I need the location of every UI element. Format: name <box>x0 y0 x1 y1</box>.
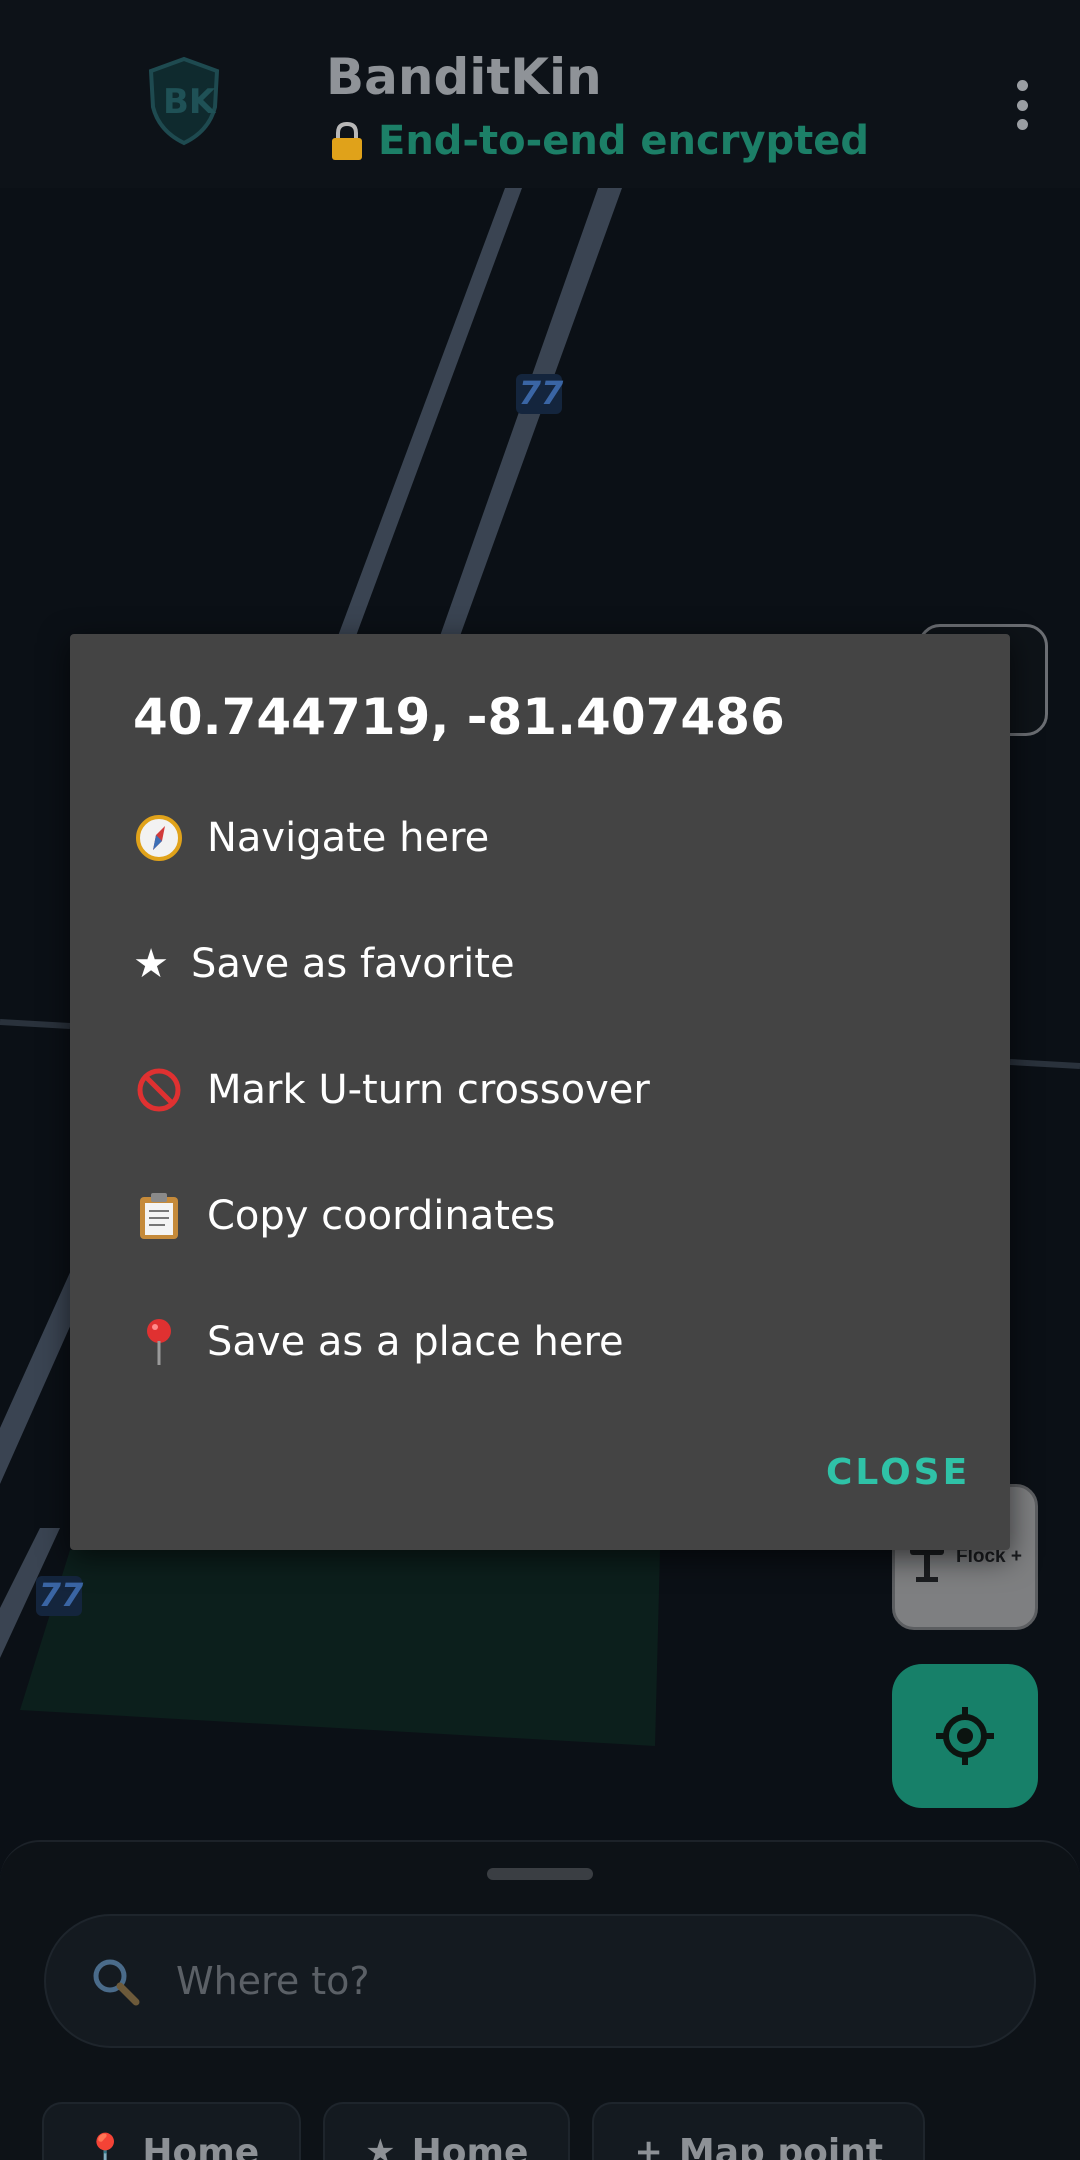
clipboard-icon <box>133 1190 185 1242</box>
menu-item-label: Navigate here <box>207 815 490 861</box>
chip-label: Home <box>142 2131 260 2160</box>
overflow-menu-icon[interactable] <box>1010 80 1034 130</box>
menu-item-label: Save as a place here <box>207 1319 624 1365</box>
menu-item-label: Mark U-turn crossover <box>207 1067 650 1113</box>
star-icon: ★ <box>133 941 169 987</box>
encryption-status: End-to-end encrypted <box>330 118 869 164</box>
plus-icon: + <box>634 2132 663 2160</box>
close-button[interactable]: CLOSE <box>826 1452 970 1493</box>
encryption-label: End-to-end encrypted <box>378 118 870 164</box>
my-location-button[interactable] <box>892 1664 1038 1808</box>
sheet-drag-handle[interactable] <box>487 1868 593 1880</box>
chip-label: Map point <box>678 2131 884 2160</box>
search-bar[interactable] <box>44 1914 1036 2048</box>
menu-item-label: Save as favorite <box>191 941 515 987</box>
chip-label: Home <box>411 2131 529 2160</box>
road-shield-label: 77 <box>518 374 564 412</box>
search-input[interactable] <box>176 1959 936 2003</box>
star-icon: ★ <box>365 2132 396 2160</box>
menu-item-copy-coordinates[interactable]: Copy coordinates <box>133 1166 953 1266</box>
pin-icon <box>133 1316 185 1368</box>
chip-home-favorite[interactable]: ★ Home <box>323 2102 571 2160</box>
compass-icon <box>133 812 185 864</box>
bottom-sheet: 📍 Home ★ Home + Map point <box>0 1840 1080 2160</box>
menu-item-mark-uturn[interactable]: Mark U-turn crossover <box>133 1040 953 1140</box>
chip-map-point[interactable]: + Map point <box>592 2102 926 2160</box>
search-icon <box>93 1959 140 2006</box>
quick-chips: 📍 Home ★ Home + Map point <box>42 2102 926 2160</box>
app-title: BanditKin <box>326 48 602 106</box>
svg-text:BK: BK <box>163 82 217 122</box>
lock-icon <box>332 121 362 160</box>
menu-item-save-favorite[interactable]: ★ Save as favorite <box>133 914 953 1014</box>
app-logo-icon: BK <box>148 56 220 146</box>
menu-item-label: Copy coordinates <box>207 1193 556 1239</box>
app-bar: BK BanditKin End-to-end encrypted <box>0 0 1080 188</box>
menu-item-save-place[interactable]: Save as a place here <box>133 1292 953 1392</box>
location-actions-dialog: 40.744719, -81.407486 Navigate here ★ Sa… <box>70 634 1010 1550</box>
pin-icon: 📍 <box>84 2132 127 2160</box>
prohibited-icon <box>133 1064 185 1116</box>
chip-home-place[interactable]: 📍 Home <box>42 2102 302 2160</box>
crosshair-icon <box>936 1707 994 1765</box>
dialog-coordinates-title: 40.744719, -81.407486 <box>133 688 785 746</box>
road-shield-label: 77 <box>38 1576 84 1614</box>
menu-item-navigate-here[interactable]: Navigate here <box>133 788 953 888</box>
